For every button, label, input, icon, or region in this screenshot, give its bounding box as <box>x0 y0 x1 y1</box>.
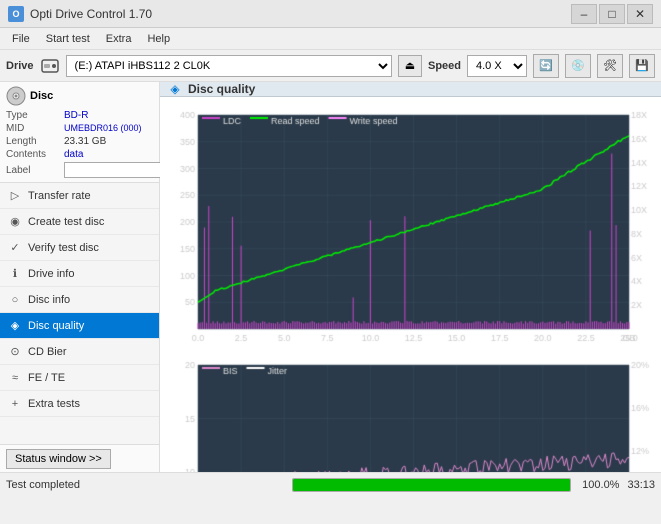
speed-label: Speed <box>428 60 461 72</box>
progress-bar <box>292 478 572 492</box>
fe-te-icon: ≈ <box>8 371 22 385</box>
nav-disc-quality-label: Disc quality <box>28 320 84 332</box>
disc-type-value: BD-R <box>64 110 88 121</box>
menu-bar: File Start test Extra Help <box>0 28 661 50</box>
disc-icon <box>6 86 26 106</box>
refresh-button[interactable]: 🔄 <box>533 54 559 78</box>
disc-label: Disc <box>30 90 53 102</box>
drive-select[interactable]: (E:) ATAPI iHBS112 2 CL0K <box>66 55 392 77</box>
nav-transfer-rate[interactable]: ▷ Transfer rate <box>0 183 159 209</box>
title-bar-text: Opti Drive Control 1.70 <box>30 7 571 21</box>
bottom-strip: Test completed 100.0% 33:13 <box>0 472 661 496</box>
progress-fill <box>293 479 571 491</box>
status-window-button[interactable]: Status window >> <box>6 449 111 469</box>
nav-disc-info-label: Disc info <box>28 294 70 306</box>
disc-info-icon: ○ <box>8 293 22 307</box>
menu-help[interactable]: Help <box>139 31 178 47</box>
nav-fe-te-label: FE / TE <box>28 372 65 384</box>
transfer-rate-icon: ▷ <box>8 189 22 203</box>
cd-bier-icon: ⊙ <box>8 345 22 359</box>
minimize-button[interactable]: – <box>571 4 597 24</box>
disc-length-row: Length 23.31 GB <box>6 136 153 147</box>
status-time: 33:13 <box>627 479 655 491</box>
disc-quality-icon: ◈ <box>8 319 22 333</box>
status-bottom: Status window >> <box>0 444 159 472</box>
menu-start-test[interactable]: Start test <box>38 31 98 47</box>
disc-mid-value: UMEBDR016 (000) <box>64 123 142 134</box>
nav-cd-bier[interactable]: ⊙ CD Bier <box>0 339 159 365</box>
sidebar-nav: ▷ Transfer rate ◉ Create test disc ✓ Ver… <box>0 183 159 444</box>
content-area: ◈ Disc quality Avg Max Total LDC 10.11 3… <box>160 82 661 472</box>
disc-contents-value: data <box>64 149 83 160</box>
nav-create-test-disc[interactable]: ◉ Create test disc <box>0 209 159 235</box>
extra-tests-icon: + <box>8 397 22 411</box>
menu-file[interactable]: File <box>4 31 38 47</box>
nav-extra-tests[interactable]: + Extra tests <box>0 391 159 417</box>
nav-drive-info[interactable]: ℹ Drive info <box>0 261 159 287</box>
save-button[interactable]: 💾 <box>629 54 655 78</box>
disc-type-row: Type BD-R <box>6 110 153 121</box>
status-text: Test completed <box>6 479 284 491</box>
nav-drive-info-label: Drive info <box>28 268 74 280</box>
lower-chart <box>160 347 661 472</box>
nav-extra-tests-label: Extra tests <box>28 398 80 410</box>
burn-button[interactable]: 💿 <box>565 54 591 78</box>
nav-verify-test-disc-label: Verify test disc <box>28 242 99 254</box>
title-bar: O Opti Drive Control 1.70 – □ ✕ <box>0 0 661 28</box>
disc-label-row: Label ⚙ <box>6 162 153 178</box>
nav-create-test-disc-label: Create test disc <box>28 216 104 228</box>
drive-bar: Drive (E:) ATAPI iHBS112 2 CL0K ⏏ Speed … <box>0 50 661 82</box>
disc-info-header: Disc <box>6 86 153 106</box>
main-layout: Disc Type BD-R MID UMEBDR016 (000) Lengt… <box>0 82 661 472</box>
progress-pct: 100.0% <box>579 479 619 491</box>
maximize-button[interactable]: □ <box>599 4 625 24</box>
nav-fe-te[interactable]: ≈ FE / TE <box>0 365 159 391</box>
chart-header-icon: ◈ <box>168 82 182 96</box>
eject-button[interactable]: ⏏ <box>398 55 422 77</box>
disc-mid-row: MID UMEBDR016 (000) <box>6 123 153 134</box>
verify-test-disc-icon: ✓ <box>8 241 22 255</box>
disc-length-value: 23.31 GB <box>64 136 106 147</box>
drive-info-icon: ℹ <box>8 267 22 281</box>
drive-icon <box>40 56 60 76</box>
disc-panel: Disc Type BD-R MID UMEBDR016 (000) Lengt… <box>0 82 159 183</box>
nav-cd-bier-label: CD Bier <box>28 346 67 358</box>
tools-button[interactable]: 🛠 <box>597 54 623 78</box>
upper-chart <box>160 97 661 347</box>
nav-disc-info[interactable]: ○ Disc info <box>0 287 159 313</box>
chart-title: Disc quality <box>188 82 255 96</box>
nav-transfer-rate-label: Transfer rate <box>28 190 91 202</box>
title-bar-buttons: – □ ✕ <box>571 4 653 24</box>
nav-verify-test-disc[interactable]: ✓ Verify test disc <box>0 235 159 261</box>
drive-label: Drive <box>6 60 34 72</box>
menu-extra[interactable]: Extra <box>98 31 140 47</box>
app-icon: O <box>8 6 24 22</box>
charts-container <box>160 97 661 472</box>
create-test-disc-icon: ◉ <box>8 215 22 229</box>
nav-disc-quality[interactable]: ◈ Disc quality <box>0 313 159 339</box>
speed-select[interactable]: 4.0 X 8.0 X <box>467 55 527 77</box>
chart-header: ◈ Disc quality <box>160 82 661 97</box>
sidebar: Disc Type BD-R MID UMEBDR016 (000) Lengt… <box>0 82 160 472</box>
disc-contents-row: Contents data <box>6 149 153 160</box>
close-button[interactable]: ✕ <box>627 4 653 24</box>
